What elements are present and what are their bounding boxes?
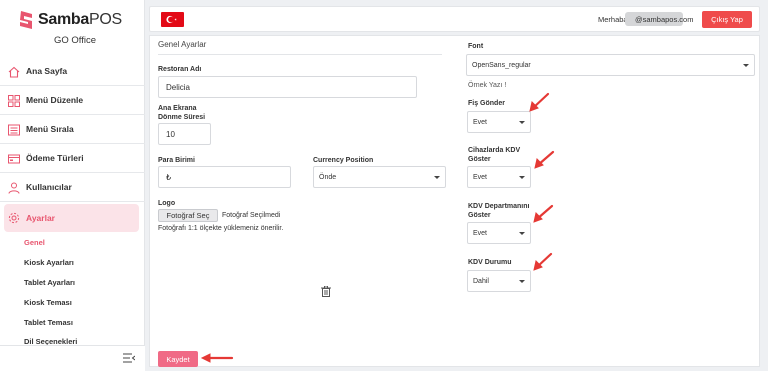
- show-on-device-label-line1: Cihazlarda KDV: [468, 147, 521, 154]
- settings-form: Genel Ayarlar Restoran Adı Delicia Ana E…: [149, 35, 760, 367]
- choose-photo-button[interactable]: Fotoğraf Seç: [158, 209, 218, 222]
- section-title: Genel Ayarlar: [158, 40, 207, 49]
- show-department-value: Evet: [473, 229, 488, 237]
- section-divider: [158, 54, 442, 55]
- brand-subtitle: GO Office: [54, 35, 97, 46]
- sample-text: Örnek Yazı !: [468, 82, 507, 89]
- chevron-down-icon: [743, 64, 749, 67]
- email-domain: @sambapos.com: [635, 15, 694, 24]
- rotation-duration-input[interactable]: 10: [158, 123, 211, 145]
- chevron-down-icon: [519, 280, 525, 283]
- list-icon: [8, 124, 20, 136]
- currency-label: Para Birimi: [158, 157, 195, 164]
- tax-status-label: KDV Durumu: [468, 259, 512, 266]
- sidebar-item-label: Kullanıcılar: [26, 182, 72, 192]
- currency-position-label: Currency Position: [313, 157, 374, 164]
- subnav-item-tablet-temasi[interactable]: Tablet Teması: [24, 318, 73, 327]
- sidebar-item-odeme-turleri[interactable]: Ödeme Türleri: [0, 145, 145, 173]
- font-select[interactable]: OpenSans_regular: [466, 54, 755, 76]
- grid-icon: [8, 95, 20, 107]
- tax-status-value: Dahil: [473, 277, 489, 285]
- home-icon: [8, 66, 20, 78]
- restaurant-name-input[interactable]: Delicia: [158, 76, 417, 98]
- rotation-label-line2: Dönme Süresi: [158, 114, 206, 121]
- sidebar-item-kullanicilar[interactable]: Kullanıcılar: [0, 174, 145, 202]
- show-department-label-line1: KDV Departmanını: [468, 203, 530, 210]
- restaurant-name-label: Restoran Adı: [158, 66, 202, 73]
- brand-logo[interactable]: SambaPOS GO Office: [18, 8, 138, 48]
- brand-name: SambaPOS: [38, 11, 122, 28]
- chevron-down-icon: [519, 176, 525, 179]
- turkey-flag-icon: [166, 15, 177, 24]
- sidebar-item-label: Menü Düzenle: [26, 95, 84, 105]
- logout-button[interactable]: Çıkış Yap: [702, 11, 752, 28]
- font-value: OpenSans_regular: [472, 61, 531, 69]
- user-icon: [8, 182, 20, 194]
- sidebar-item-menu-duzenle[interactable]: Menü Düzenle: [0, 87, 145, 115]
- sidebar-item-label: Ana Sayfa: [26, 66, 68, 76]
- sidebar-item-ayarlar[interactable]: Ayarlar: [4, 204, 139, 232]
- send-receipt-select[interactable]: Evet: [467, 111, 531, 133]
- font-label: Font: [468, 43, 484, 50]
- chevron-down-icon: [519, 232, 525, 235]
- show-on-device-select[interactable]: Evet: [467, 166, 531, 188]
- trash-icon[interactable]: [321, 286, 331, 297]
- language-flag[interactable]: [161, 12, 184, 27]
- sidebar-footer: [0, 345, 145, 371]
- save-button[interactable]: Kaydet: [158, 351, 198, 367]
- samba-logo-icon: [20, 11, 32, 29]
- sidebar: SambaPOS GO Office Ana Sayfa Menü Düzenl…: [0, 0, 145, 371]
- sidebar-item-ana-sayfa[interactable]: Ana Sayfa: [0, 58, 145, 86]
- chevron-down-icon: [434, 176, 440, 179]
- sidebar-item-menu-sirala[interactable]: Menü Sırala: [0, 116, 145, 144]
- sidebar-item-label: Menü Sırala: [26, 124, 74, 134]
- tax-status-select[interactable]: Dahil: [467, 270, 531, 292]
- rotation-label-line1: Ana Ekrana: [158, 105, 197, 112]
- show-on-device-label-line2: Göster: [468, 156, 491, 163]
- collapse-menu-icon[interactable]: [123, 353, 135, 363]
- logo-label: Logo: [158, 200, 176, 207]
- show-on-device-value: Evet: [473, 173, 488, 181]
- currency-input[interactable]: ₺: [158, 166, 291, 188]
- file-status-text: Fotoğraf Seçilmedi: [222, 212, 281, 219]
- subnav-item-tablet-ayarlari[interactable]: Tablet Ayarları: [24, 278, 75, 287]
- subnav-item-kiosk-temasi[interactable]: Kiosk Teması: [24, 298, 72, 307]
- sidebar-item-label: Ayarlar: [26, 212, 55, 223]
- sidebar-item-label: Ödeme Türleri: [26, 153, 84, 163]
- subnav-item-kiosk-ayarlari[interactable]: Kiosk Ayarları: [24, 258, 74, 267]
- send-receipt-label: Fiş Gönder: [468, 100, 505, 107]
- show-department-label-line2: Göster: [468, 212, 491, 219]
- send-receipt-value: Evet: [473, 118, 488, 126]
- subnav-item-genel[interactable]: Genel: [24, 238, 45, 247]
- currency-position-value: Önde: [319, 173, 337, 181]
- gear-icon: [8, 212, 20, 224]
- show-department-select[interactable]: Evet: [467, 222, 531, 244]
- topbar: Merhaba, @sambapos.com Çıkış Yap: [149, 6, 760, 32]
- logo-hint-text: Fotoğrafı 1:1 ölçekte yüklemeniz önerili…: [158, 225, 284, 232]
- payment-icon: [8, 154, 20, 164]
- currency-position-select[interactable]: Önde: [313, 166, 446, 188]
- chevron-down-icon: [519, 121, 525, 124]
